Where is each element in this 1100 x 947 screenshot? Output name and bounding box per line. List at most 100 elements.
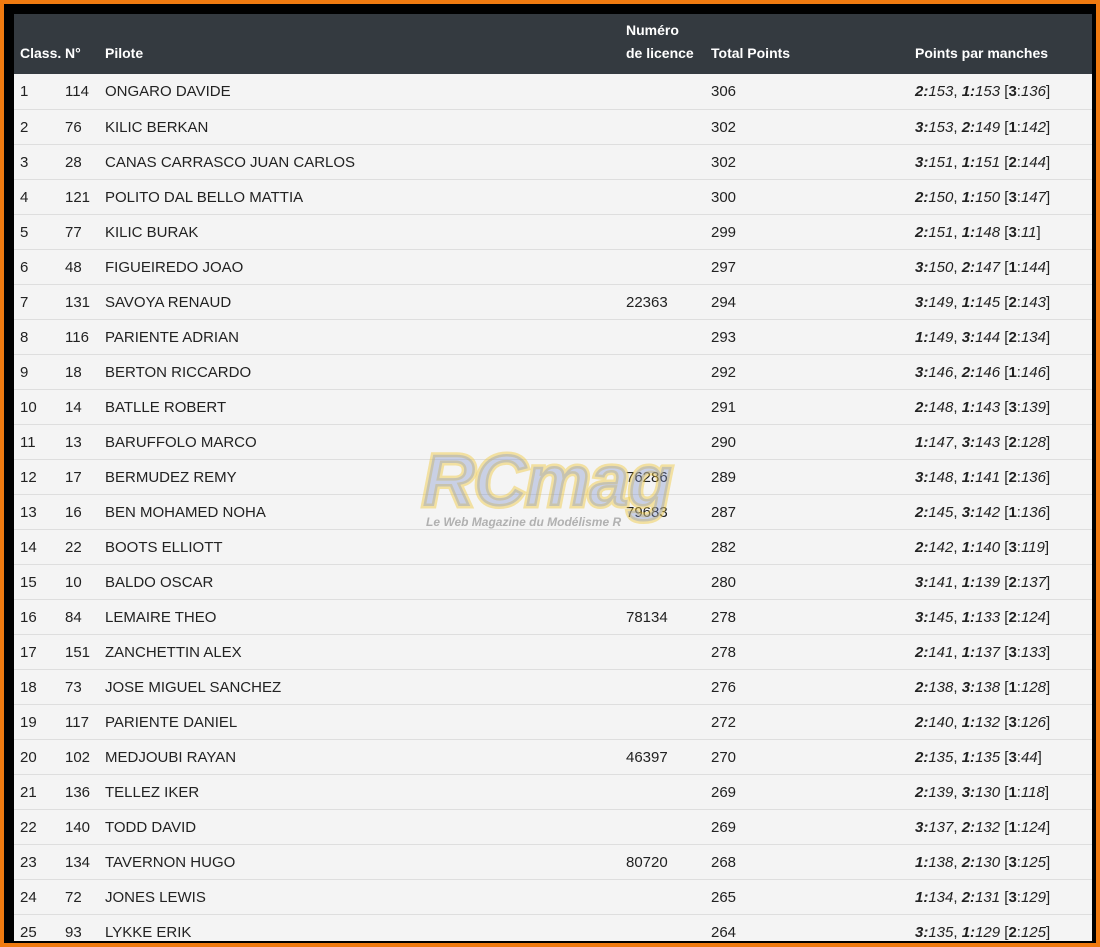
results-table: Class. N° Pilote Numéro de licence Total … [14,14,1092,941]
heat-score: 1:147 [915,433,954,451]
dropped-heat-score: [3:129] [1004,888,1051,906]
cell-number: 93 [65,914,105,941]
heat-score: 2:146 [961,363,1001,381]
heat-score: 1:153 [961,83,1001,100]
heat-score: 2:132 [961,818,1001,836]
cell-pilot: FIGUEIREDO JOAO [105,249,626,285]
heat-score: 1:132 [961,713,1001,731]
dropped-heat-score: [1:142] [1004,118,1051,136]
cell-license [626,809,711,845]
table-row: 7 131 SAVOYA RENAUD 22363 294 3:149, 1:145 [2… [14,284,1092,320]
header-class: Class. [20,45,62,61]
cell-heat-points: 2:139, 3:130 [1:118] [915,774,1092,810]
dropped-heat-score: [1:146] [1004,363,1051,381]
cell-license [626,564,711,600]
cell-pilot: JOSE MIGUEL SANCHEZ [105,669,626,705]
cell-number: 48 [65,249,105,285]
cell-license [626,669,711,705]
cell-position: 10 [14,389,65,425]
cell-heat-points: 2:148, 1:143 [3:139] [915,389,1092,425]
header-license-line1: Numéro [626,22,679,38]
dropped-heat-score: [2:128] [1004,433,1051,451]
heat-score: 2:138 [915,678,954,696]
cell-position: 9 [14,354,65,390]
dropped-heat-score: [2:124] [1004,608,1051,626]
cell-position: 7 [14,284,65,320]
cell-heat-points: 3:151, 1:151 [2:144] [915,144,1092,180]
cell-license [626,144,711,180]
cell-position: 21 [14,774,65,810]
cell-pilot: TODD DAVID [105,809,626,845]
heat-score: 2:140 [915,713,954,731]
table-row: 12 17 BERMUDEZ REMY 76286 289 3:148, 1:141 [2… [14,459,1092,495]
cell-number: 84 [65,599,105,635]
header-license: Numéro de licence [626,14,711,74]
heat-score: 1:143 [961,398,1001,416]
table-row: 10 14 BATLLE ROBERT 291 2:148, 1:143 [3:139] [14,389,1092,425]
cell-license [626,529,711,565]
cell-position: 11 [14,424,65,460]
heat-score: 1:150 [961,188,1001,206]
heat-score: 1:137 [961,643,1001,661]
cell-position: 8 [14,319,65,355]
cell-pilot: PARIENTE ADRIAN [105,319,626,355]
cell-heat-points: 3:135, 1:129 [2:125] [915,914,1092,941]
cell-number: 151 [65,634,105,670]
page-frame: Class. N° Pilote Numéro de licence Total … [0,0,1100,947]
heat-score: 2:147 [961,258,1001,276]
cell-license [626,109,711,145]
cell-position: 12 [14,459,65,495]
cell-position: 6 [14,249,65,285]
cell-license [626,354,711,390]
cell-heat-points: 1:149, 3:144 [2:134] [915,319,1092,355]
cell-pilot: PARIENTE DANIEL [105,704,626,740]
table-row: 4 121 POLITO DAL BELLO MATTIA 300 2:150, 1:1… [14,179,1092,215]
cell-license: 22363 [626,284,711,320]
cell-license [626,389,711,425]
cell-pilot: BEN MOHAMED NOHA [105,494,626,530]
heat-score: 3:137 [915,818,954,836]
cell-number: 17 [65,459,105,495]
heat-score: 3:146 [915,363,954,381]
cell-pilot: JONES LEWIS [105,879,626,915]
cell-number: 10 [65,564,105,600]
table-row: 24 72 JONES LEWIS 265 1:134, 2:131 [3:129] [14,879,1092,915]
cell-position: 5 [14,214,65,250]
heat-score: 2:148 [915,398,954,416]
table-row: 13 16 BEN MOHAMED NOHA 79683 287 2:145, 3:142… [14,494,1092,530]
cell-total: 291 [711,389,915,425]
cell-heat-points: 3:145, 1:133 [2:124] [915,599,1092,635]
cell-heat-points: 2:153, 1:153 [3:136] [915,83,1051,100]
cell-number: 77 [65,214,105,250]
cell-number: 73 [65,669,105,705]
heat-score: 3:144 [961,328,1001,346]
cell-total: 282 [711,529,915,565]
cell-total: 299 [711,214,915,250]
dropped-heat-score: [3:136] [1004,83,1051,100]
heat-score: 3:141 [915,573,954,591]
cell-license [626,914,711,941]
cell-number: 13 [65,424,105,460]
dropped-heat-score: [2:137] [1004,573,1051,591]
table-row: 14 22 BOOTS ELLIOTT 282 2:142, 1:140 [3:119] [14,529,1092,565]
cell-position: 3 [14,144,65,180]
table-row: 20 102 MEDJOUBI RAYAN 46397 270 2:135, 1:135 … [14,739,1092,775]
heat-score: 1:140 [961,538,1001,556]
heat-score: 1:138 [915,853,954,871]
cell-position: 25 [14,914,65,941]
heat-score: 2:142 [915,538,954,556]
cell-license [626,74,711,110]
dropped-heat-score: [3:139] [1004,398,1051,416]
dropped-heat-score: [3:44] [1004,748,1042,766]
cell-license [626,214,711,250]
dropped-heat-score: [3:133] [1004,643,1051,661]
heat-score: 1:135 [961,748,1001,766]
heat-score: 3:149 [915,293,954,311]
cell-pilot: ONGARO DAVIDE [105,83,231,100]
table-row: 2 76 KILIC BERKAN 302 3:153, 2:149 [1:142] [14,109,1092,145]
results-panel: Class. N° Pilote Numéro de licence Total … [14,14,1092,941]
cell-number: 18 [65,354,105,390]
dropped-heat-score: [1:118] [1004,783,1050,801]
cell-license [626,774,711,810]
cell-pilot: BARUFFOLO MARCO [105,424,626,460]
